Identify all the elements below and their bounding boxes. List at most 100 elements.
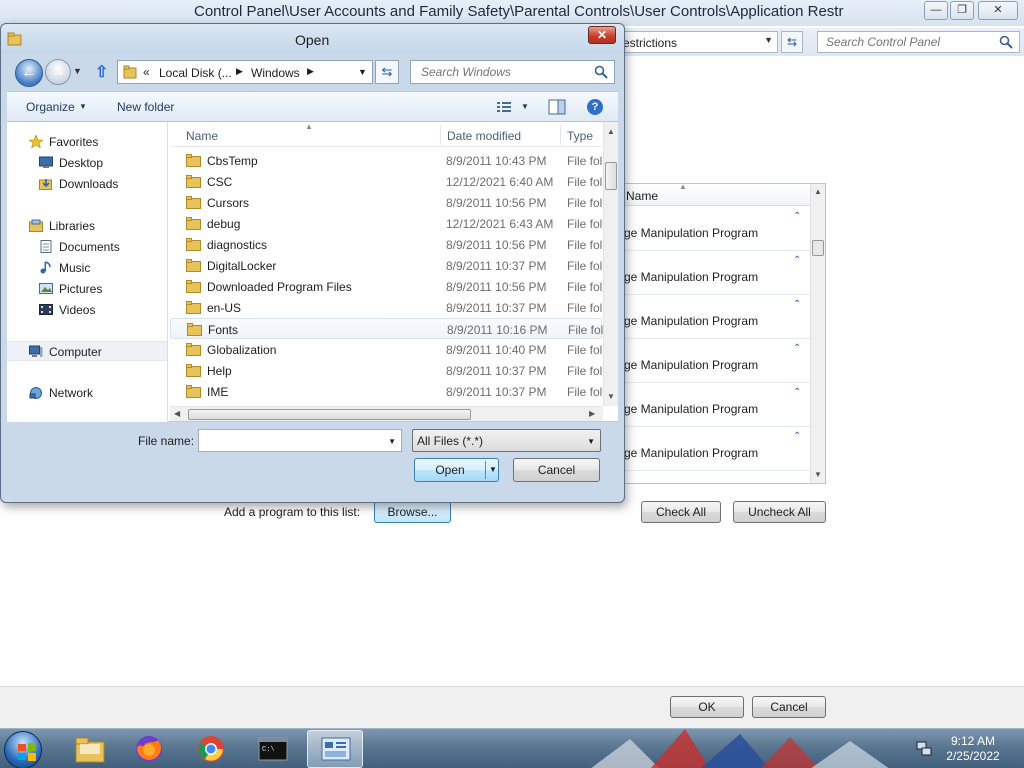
scroll-up-arrow-icon[interactable]: ▲	[814, 187, 822, 196]
chevron-right-icon[interactable]: ▶	[236, 66, 243, 77]
check-all-button[interactable]: Check All	[641, 501, 721, 523]
system-clock[interactable]: 9:12 AM 2/25/2022	[940, 734, 1006, 764]
dialog-address-bar[interactable]: « Local Disk (... ▶ Windows ▶ ▼	[117, 60, 373, 84]
control-panel-address-field[interactable]: estrictions ▼	[612, 31, 778, 53]
organize-button[interactable]: Organize	[26, 100, 75, 114]
list-item[interactable]: ⌃ ge Manipulation Program	[621, 383, 811, 427]
open-options-dropdown-icon[interactable]: ▼	[489, 459, 497, 481]
close-window-button[interactable]: ✕	[978, 1, 1018, 20]
file-list-vertical-scrollbar[interactable]: ▲ ▼	[603, 122, 618, 406]
recent-locations-dropdown-icon[interactable]: ▼	[73, 66, 82, 76]
column-divider[interactable]	[560, 125, 561, 145]
chevron-up-icon[interactable]: ⌃	[793, 299, 801, 310]
address-segment-windows[interactable]: Windows	[251, 66, 300, 80]
chevron-down-icon[interactable]: ▼	[388, 437, 396, 446]
application-list[interactable]: Name ▲ ⌃ ge Manipulation Program ⌃ ge Mani…	[620, 183, 826, 484]
minimize-button[interactable]: —	[924, 1, 948, 20]
list-item[interactable]: ⌃ ge Manipulation Program	[621, 251, 811, 295]
address-segment-local-disk[interactable]: Local Disk (...	[159, 66, 232, 80]
address-segment[interactable]: estrictions	[623, 36, 677, 50]
scroll-thumb[interactable]	[812, 240, 824, 256]
start-button[interactable]	[4, 731, 42, 768]
application-list-header[interactable]: Name ▲	[621, 184, 811, 206]
file-row[interactable]: DigitalLocker 8/9/2011 10:37 PM File fol	[170, 255, 602, 276]
scroll-right-arrow-icon[interactable]: ▶	[589, 409, 595, 418]
chevron-up-icon[interactable]: ⌃	[793, 343, 801, 354]
control-panel-search[interactable]	[817, 31, 1020, 53]
file-row[interactable]: CbsTemp 8/9/2011 10:43 PM File fol	[170, 150, 602, 171]
preview-pane-icon[interactable]	[548, 99, 566, 115]
restore-button[interactable]: ❐	[950, 1, 974, 20]
chevron-up-icon[interactable]: ⌃	[793, 387, 801, 398]
up-arrow-icon[interactable]: ⇧	[95, 62, 108, 82]
nav-item-desktop[interactable]: Desktop	[7, 153, 167, 173]
chevron-down-icon[interactable]: ▼	[587, 437, 595, 446]
back-button[interactable]: ←	[15, 59, 43, 87]
file-row[interactable]: CSC 12/12/2021 6:40 AM File fol	[170, 171, 602, 192]
chevron-up-icon[interactable]: ⌃	[793, 211, 801, 222]
file-row[interactable]: IME 8/9/2011 10:37 PM File fol	[170, 381, 602, 402]
nav-item-documents[interactable]: Documents	[7, 237, 167, 257]
file-type-filter[interactable]: All Files (*.*) ▼	[412, 429, 601, 452]
dialog-close-button[interactable]: ✕	[588, 26, 616, 44]
taskbar-app-command-prompt[interactable]: C:\	[245, 730, 301, 768]
chevron-right-icon[interactable]: ▶	[307, 66, 314, 77]
search-icon[interactable]	[999, 35, 1013, 49]
nav-item-music[interactable]: Music	[7, 258, 167, 278]
chevron-up-icon[interactable]: ⌃	[793, 255, 801, 266]
nav-item-network[interactable]: Network	[7, 383, 167, 403]
list-item[interactable]: ⌃ ge Manipulation Program	[621, 207, 811, 251]
chevron-down-icon[interactable]: ▼	[79, 102, 87, 111]
nav-item-favorites[interactable]: Favorites	[7, 132, 167, 152]
name-column-header[interactable]: Name	[186, 129, 218, 143]
chevron-down-icon[interactable]: ▼	[521, 102, 529, 111]
dialog-search[interactable]	[410, 60, 615, 84]
nav-item-libraries[interactable]: Libraries	[7, 216, 167, 236]
file-row[interactable]: Fonts 8/9/2011 10:16 PM File fol	[170, 318, 603, 339]
nav-item-pictures[interactable]: Pictures	[7, 279, 167, 299]
file-list[interactable]: ▲ Name Date modified Type CbsTemp 8/9/201…	[170, 122, 618, 422]
type-column-header[interactable]: Type	[567, 129, 593, 143]
list-item[interactable]: ⌃ ge Manipulation Program	[621, 295, 811, 339]
nav-item-videos[interactable]: Videos	[7, 300, 167, 320]
scroll-left-arrow-icon[interactable]: ◀	[174, 409, 180, 418]
browse-button[interactable]: Browse...	[374, 501, 451, 523]
control-panel-search-input[interactable]	[824, 32, 994, 52]
scroll-down-arrow-icon[interactable]: ▼	[814, 470, 822, 479]
list-item[interactable]: ⌃ ge Manipulation Program	[621, 339, 811, 383]
file-row[interactable]: Globalization 8/9/2011 10:40 PM File fol	[170, 339, 602, 360]
name-column-header[interactable]: Name	[626, 189, 658, 203]
address-overflow[interactable]: «	[143, 65, 150, 79]
taskbar-app-firefox[interactable]	[122, 730, 178, 768]
file-name-combobox[interactable]: ▼	[198, 429, 402, 452]
taskbar-app-chrome[interactable]	[183, 730, 239, 768]
open-button[interactable]: Open ▼	[414, 458, 499, 482]
file-row[interactable]: en-US 8/9/2011 10:37 PM File fol	[170, 297, 602, 318]
chevron-down-icon[interactable]: ▼	[358, 67, 367, 77]
network-status-icon[interactable]	[916, 741, 932, 757]
scroll-up-arrow-icon[interactable]: ▲	[607, 127, 615, 136]
dialog-titlebar[interactable]: Open ✕	[1, 24, 624, 54]
taskbar-app-explorer[interactable]	[62, 730, 118, 768]
nav-item-downloads[interactable]: Downloads	[7, 174, 167, 194]
chevron-down-icon[interactable]: ▼	[764, 35, 773, 45]
file-row[interactable]: Downloaded Program Files 8/9/2011 10:56 P…	[170, 276, 602, 297]
file-row[interactable]: Cursors 8/9/2011 10:56 PM File fol	[170, 192, 602, 213]
dialog-cancel-button[interactable]: Cancel	[513, 458, 600, 482]
horizontal-scroll-thumb[interactable]	[188, 409, 471, 420]
help-icon[interactable]: ?	[587, 99, 603, 115]
new-folder-button[interactable]: New folder	[117, 100, 174, 114]
cancel-button[interactable]: Cancel	[752, 696, 826, 718]
search-icon[interactable]	[594, 65, 608, 79]
application-list-scrollbar[interactable]: ▲ ▼	[810, 184, 825, 483]
refresh-button[interactable]: ⇆	[781, 31, 803, 53]
date-modified-column-header[interactable]: Date modified	[447, 129, 521, 143]
change-view-icon[interactable]	[496, 100, 512, 114]
column-divider[interactable]	[440, 125, 441, 145]
taskbar-app-control-panel[interactable]	[307, 730, 363, 768]
scroll-down-arrow-icon[interactable]: ▼	[607, 392, 615, 401]
forward-button[interactable]: →	[45, 59, 71, 85]
chevron-up-icon[interactable]: ⌃	[793, 431, 801, 442]
file-row[interactable]: Help 8/9/2011 10:37 PM File fol	[170, 360, 602, 381]
vertical-scroll-thumb[interactable]	[605, 162, 617, 190]
